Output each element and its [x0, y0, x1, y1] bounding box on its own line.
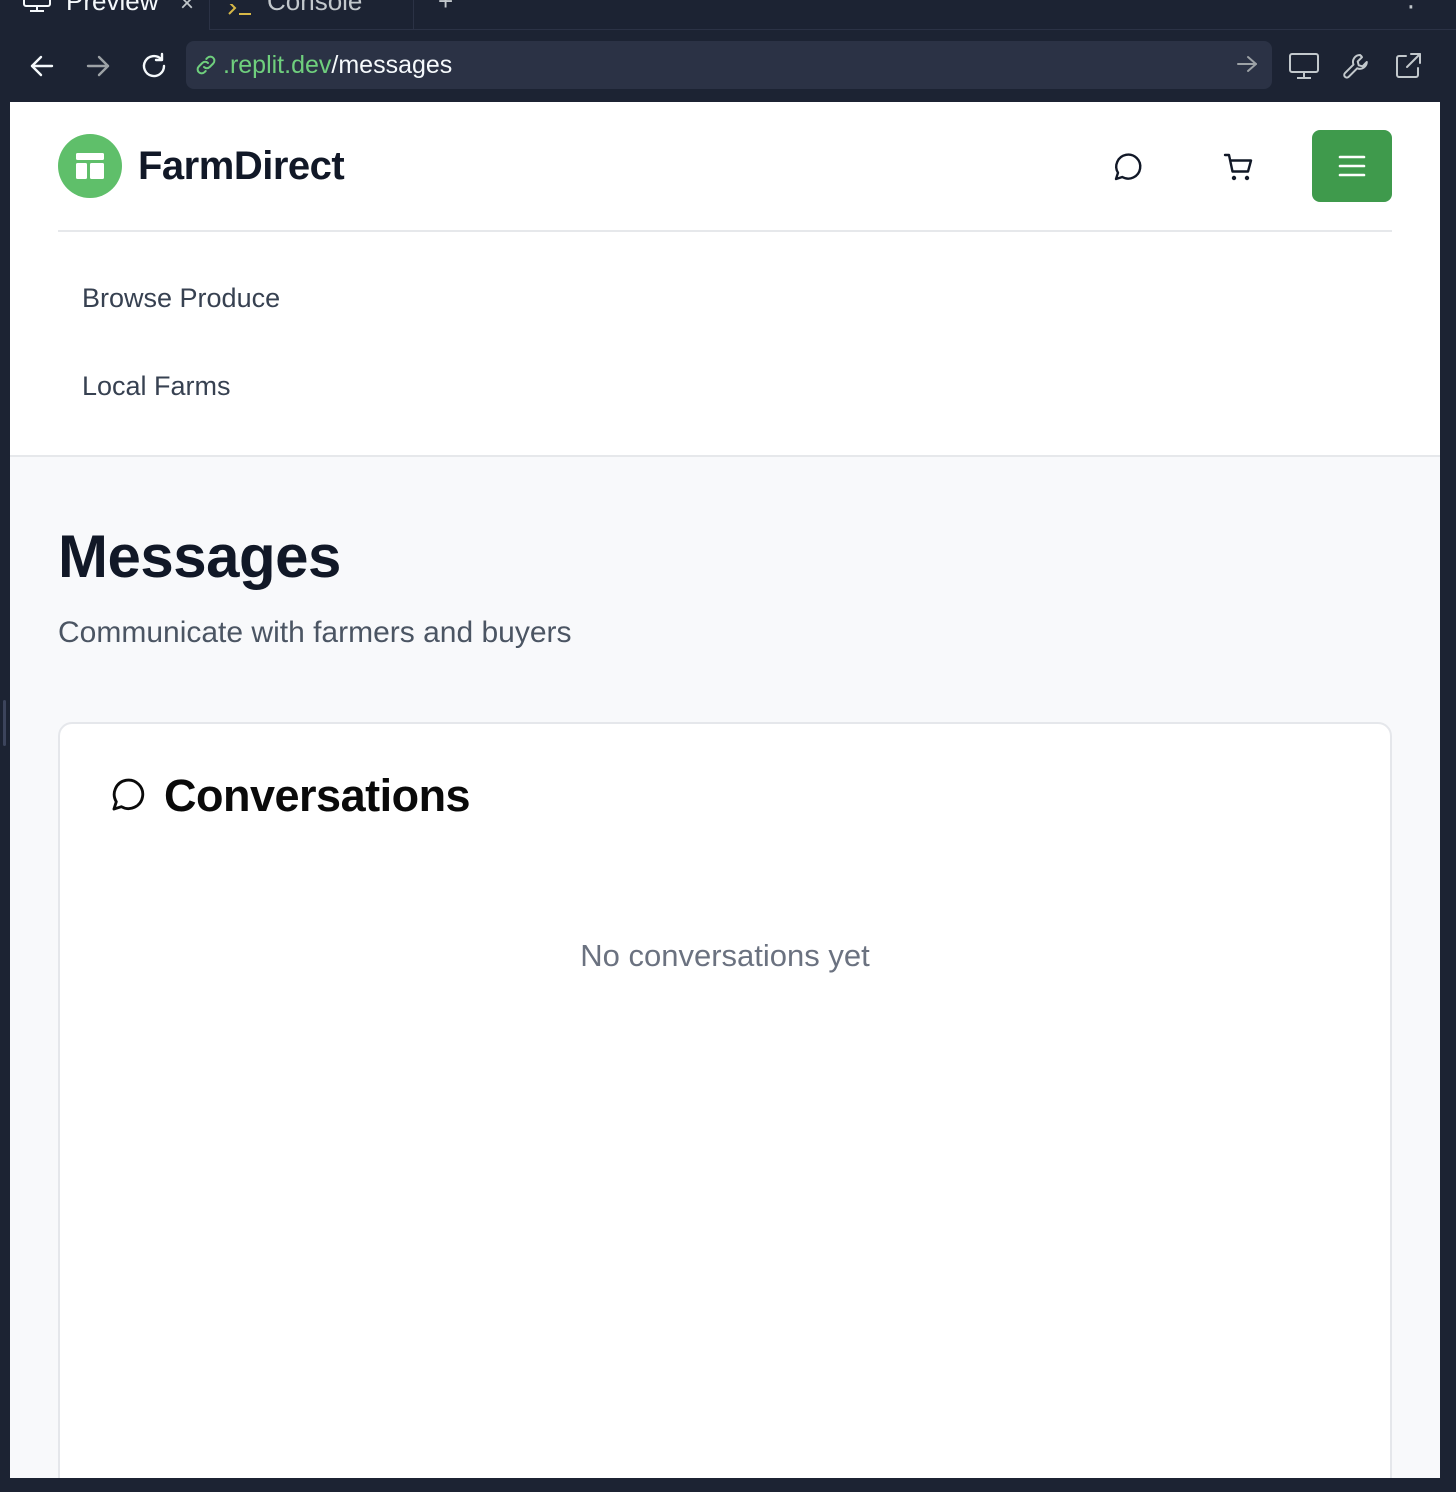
more-options-button[interactable]: ⋮ [1390, 0, 1430, 30]
card-title: Conversations [164, 770, 471, 821]
url-text: .replit.dev/messages [223, 51, 452, 80]
plus-icon: + [438, 0, 454, 16]
panel-edge-bottom [0, 1478, 1456, 1492]
more-vertical-icon: ⋮ [1398, 0, 1424, 13]
back-button[interactable] [20, 44, 64, 88]
monitor-icon [1289, 53, 1319, 79]
close-icon[interactable]: × [180, 0, 194, 18]
nav-link-local-farms[interactable]: Local Farms [82, 371, 231, 402]
url-input[interactable]: .replit.dev/messages [186, 41, 1272, 89]
reload-button[interactable] [132, 44, 176, 88]
message-circle-icon [1114, 153, 1142, 181]
page-title: Messages [58, 523, 341, 590]
refresh-icon [142, 52, 166, 78]
go-arrow-icon[interactable] [1236, 53, 1258, 80]
conversations-card: Conversations No conversations yet [58, 722, 1392, 1478]
url-path: /messages [331, 51, 453, 79]
nav-link-browse-produce[interactable]: Browse Produce [82, 283, 280, 314]
device-preview-button[interactable] [1284, 46, 1324, 86]
page-subtitle: Communicate with farmers and buyers [58, 616, 572, 649]
monitor-icon [22, 0, 52, 23]
brand-name: FarmDirect [138, 143, 345, 188]
arrow-left-icon [30, 55, 54, 77]
menu-button[interactable] [1312, 130, 1392, 202]
tab-label: Preview [66, 0, 159, 16]
terminal-icon [227, 0, 255, 27]
shopping-cart-icon [1223, 153, 1253, 181]
hamburger-menu-icon [1338, 155, 1366, 177]
app-viewport: FarmDirect Browse Produce Local Farms Me… [10, 102, 1440, 1478]
tab-console[interactable]: Console [211, 0, 414, 30]
empty-state-text: No conversations yet [580, 938, 870, 973]
message-circle-icon [112, 778, 145, 811]
brand[interactable]: FarmDirect [58, 134, 345, 198]
ide-tab-bar: Preview × Console + ⋮ [0, 0, 1456, 30]
panel-edge [0, 102, 10, 1492]
forward-button[interactable] [76, 44, 120, 88]
link-icon [194, 53, 218, 82]
messages-button[interactable] [1103, 144, 1151, 192]
devtools-button[interactable] [1336, 46, 1376, 86]
panel-edge-right [1440, 102, 1456, 1492]
resize-handle[interactable] [3, 700, 6, 746]
open-new-tab-button[interactable] [1388, 46, 1428, 86]
arrow-right-icon [86, 55, 110, 77]
header-divider [58, 230, 1392, 232]
tab-label: Console [267, 0, 363, 16]
card-header: Conversations [108, 770, 471, 822]
storefront-icon [58, 134, 122, 198]
url-host: .replit.dev [223, 51, 332, 79]
add-tab-button[interactable]: + [430, 0, 476, 30]
app-header: FarmDirect Browse Produce Local Farms [10, 102, 1440, 457]
preview-address-bar: .replit.dev/messages [10, 30, 1440, 102]
cart-button[interactable] [1216, 144, 1264, 192]
external-link-icon [1396, 53, 1421, 78]
tab-preview[interactable]: Preview × [0, 0, 210, 30]
wrench-icon [1343, 54, 1368, 79]
